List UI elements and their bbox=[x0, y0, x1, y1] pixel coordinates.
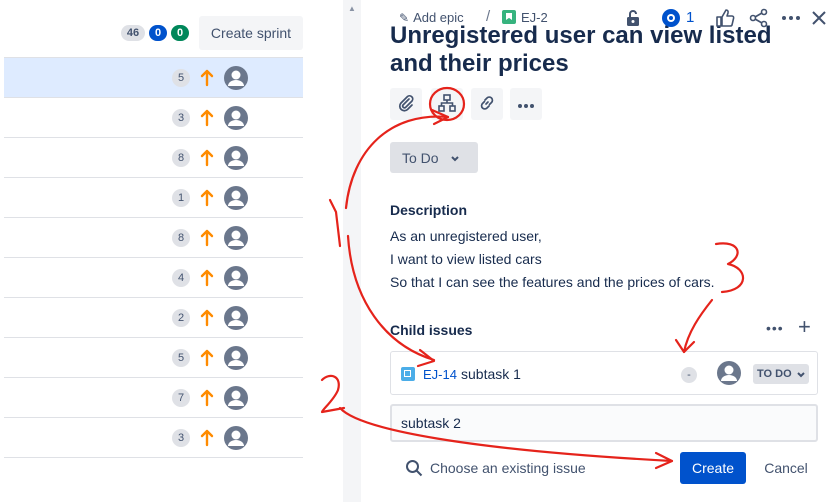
backlog-row[interactable]: 3 bbox=[4, 418, 303, 458]
story-points-badge: 3 bbox=[172, 429, 190, 447]
share-icon[interactable] bbox=[747, 6, 771, 30]
medium-priority-icon bbox=[200, 306, 214, 328]
story-points-badge: 1 bbox=[172, 189, 190, 207]
link-icon bbox=[478, 94, 496, 115]
link-issue-button[interactable] bbox=[471, 88, 503, 120]
backlog-row[interactable]: 8 bbox=[4, 218, 303, 258]
chevron-down-icon bbox=[797, 370, 805, 382]
attach-button[interactable] bbox=[390, 88, 422, 120]
avatar[interactable] bbox=[717, 361, 741, 385]
issue-detail-panel: Unregistered user can view listed cars a… bbox=[361, 0, 826, 502]
story-points-badge: 5 bbox=[172, 69, 190, 87]
avatar[interactable] bbox=[224, 426, 248, 450]
child-issues-more-icon[interactable]: ••• bbox=[766, 320, 784, 336]
add-epic-link[interactable]: ✎ Add epic bbox=[399, 10, 464, 25]
annotation-digit-1 bbox=[328, 198, 342, 248]
search-icon bbox=[405, 459, 423, 480]
backlog-row[interactable]: 7 bbox=[4, 378, 303, 418]
medium-priority-icon bbox=[200, 346, 214, 368]
add-child-issue-icon[interactable]: + bbox=[798, 316, 811, 338]
backlog-panel: 46 0 0 Create sprint 5 3 8 1 8 4 2 5 7 3 bbox=[0, 0, 305, 502]
avatar[interactable] bbox=[224, 266, 248, 290]
issue-top-bar: ✎ Add epic / EJ-2 1 bbox=[361, 0, 826, 36]
backlog-row[interactable]: 3 bbox=[4, 98, 303, 138]
thumbs-up-icon[interactable] bbox=[713, 6, 737, 30]
story-icon bbox=[502, 10, 516, 24]
avatar[interactable] bbox=[224, 306, 248, 330]
watch-count: 1 bbox=[686, 9, 695, 26]
medium-priority-icon bbox=[200, 426, 214, 448]
add-epic-label: Add epic bbox=[413, 10, 464, 25]
medium-priority-icon bbox=[200, 386, 214, 408]
choose-existing-issue-label: Choose an existing issue bbox=[430, 460, 586, 476]
new-child-issue-input[interactable] bbox=[390, 404, 818, 442]
story-points-badge: 4 bbox=[172, 269, 190, 287]
child-issue-summary[interactable]: subtask 1 bbox=[461, 366, 521, 382]
more-toolbar-button[interactable] bbox=[510, 88, 542, 120]
medium-priority-icon bbox=[200, 266, 214, 288]
story-points-badge: 2 bbox=[172, 309, 190, 327]
scroll-up-icon[interactable]: ▲ bbox=[348, 4, 356, 13]
avatar[interactable] bbox=[224, 66, 248, 90]
backlog-row[interactable]: 1 bbox=[4, 178, 303, 218]
child-issues-hierarchy-icon bbox=[438, 93, 456, 115]
status-dropdown[interactable]: To Do bbox=[390, 142, 478, 173]
issue-key-link[interactable]: EJ-2 bbox=[521, 10, 548, 25]
child-estimate-badge: - bbox=[681, 367, 697, 383]
child-issue-key[interactable]: EJ-14 bbox=[423, 367, 457, 382]
subtask-icon bbox=[401, 367, 415, 381]
medium-priority-icon bbox=[200, 186, 214, 208]
avatar[interactable] bbox=[224, 186, 248, 210]
sprint-header: 46 0 0 Create sprint bbox=[0, 16, 305, 50]
backlog-list: 5 3 8 1 8 4 2 5 7 3 bbox=[4, 57, 303, 458]
in-progress-points-badge: 0 bbox=[149, 25, 167, 41]
create-child-issue-button[interactable] bbox=[431, 88, 463, 120]
story-points-badge: 8 bbox=[172, 229, 190, 247]
description-heading: Description bbox=[390, 202, 468, 218]
child-status-label: TO DO bbox=[757, 368, 792, 380]
description-line-1[interactable]: As an unregistered user, bbox=[390, 228, 542, 244]
issue-count-badge: 46 bbox=[121, 25, 145, 41]
backlog-row[interactable]: 8 bbox=[4, 138, 303, 178]
medium-priority-icon bbox=[200, 146, 214, 168]
story-points-badge: 8 bbox=[172, 149, 190, 167]
paperclip-icon bbox=[397, 94, 415, 115]
annotation-digit-2 bbox=[320, 374, 346, 414]
story-points-badge: 5 bbox=[172, 349, 190, 367]
cancel-button[interactable]: Cancel bbox=[755, 452, 817, 484]
lock-icon[interactable] bbox=[621, 6, 645, 30]
status-label: To Do bbox=[402, 149, 439, 166]
issue-title-line-2: and their prices bbox=[390, 50, 569, 77]
story-points-badge: 7 bbox=[172, 389, 190, 407]
medium-priority-icon bbox=[200, 226, 214, 248]
watch-eye-icon[interactable] bbox=[659, 6, 683, 30]
backlog-row[interactable]: 5 bbox=[4, 58, 303, 98]
avatar[interactable] bbox=[224, 386, 248, 410]
medium-priority-icon bbox=[200, 66, 214, 88]
avatar[interactable] bbox=[224, 346, 248, 370]
backlog-row[interactable]: 4 bbox=[4, 258, 303, 298]
chevron-down-icon bbox=[450, 151, 460, 167]
medium-priority-icon bbox=[200, 106, 214, 128]
child-status-dropdown[interactable]: TO DO bbox=[753, 364, 809, 384]
close-icon[interactable] bbox=[807, 6, 826, 30]
done-points-badge: 0 bbox=[171, 25, 189, 41]
create-sprint-button[interactable]: Create sprint bbox=[199, 16, 303, 50]
create-button[interactable]: Create bbox=[680, 452, 746, 484]
child-issue-row[interactable]: EJ-14 subtask 1 - TO DO bbox=[390, 351, 818, 395]
backlog-row[interactable]: 5 bbox=[4, 338, 303, 378]
avatar[interactable] bbox=[224, 106, 248, 130]
child-issues-heading: Child issues bbox=[390, 322, 473, 338]
avatar[interactable] bbox=[224, 226, 248, 250]
panel-resize-handle[interactable]: ▲ bbox=[343, 0, 361, 502]
story-points-badge: 3 bbox=[172, 109, 190, 127]
more-actions-icon[interactable] bbox=[779, 6, 803, 30]
description-line-3[interactable]: So that I can see the features and the p… bbox=[390, 274, 715, 290]
pencil-icon: ✎ bbox=[399, 11, 410, 25]
description-line-2[interactable]: I want to view listed cars bbox=[390, 251, 542, 267]
backlog-row[interactable]: 2 bbox=[4, 298, 303, 338]
avatar[interactable] bbox=[224, 146, 248, 170]
ellipsis-icon bbox=[517, 97, 535, 112]
breadcrumb-separator: / bbox=[486, 8, 491, 25]
